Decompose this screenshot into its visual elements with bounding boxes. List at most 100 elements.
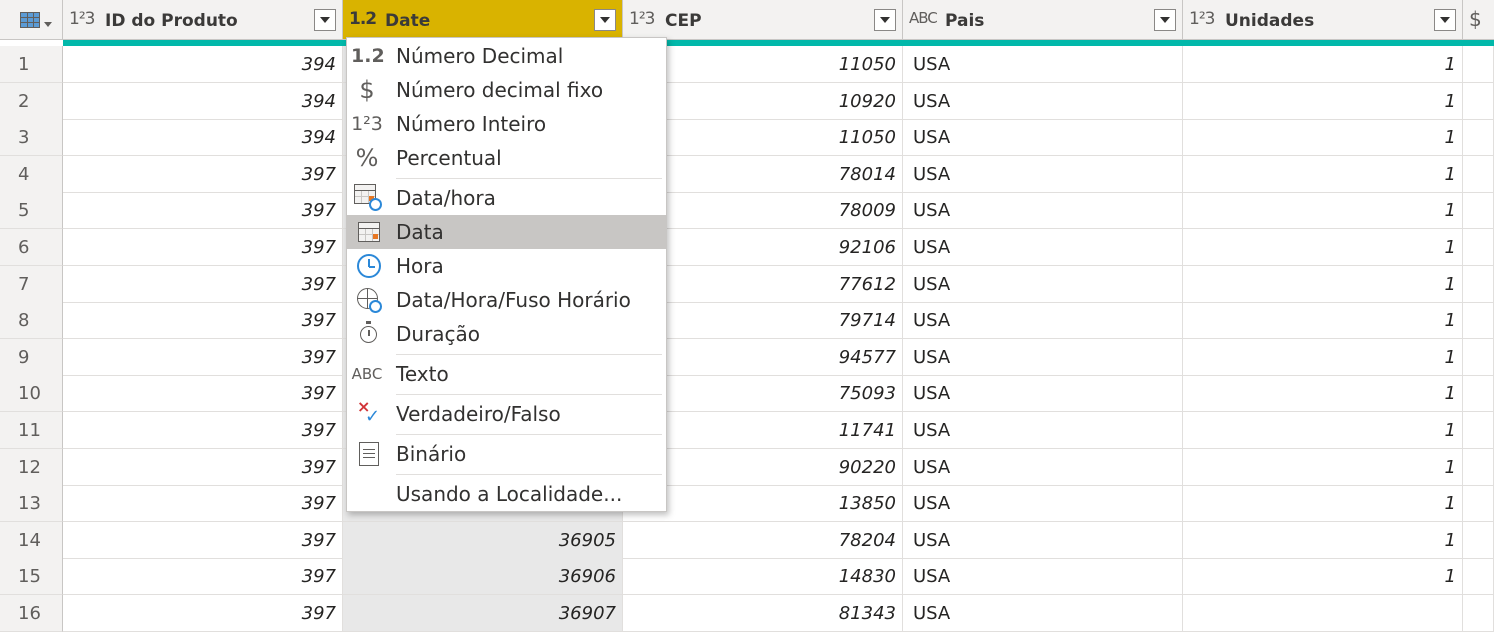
column-header-id-produto[interactable]: 1²3 ID do Produto xyxy=(63,0,343,40)
cell-id-produto[interactable]: 397 xyxy=(63,595,343,632)
cell-currency[interactable] xyxy=(1463,119,1494,157)
cell-pais[interactable]: USA xyxy=(903,46,1183,83)
whole-number-type-icon[interactable]: 1²3 xyxy=(69,9,95,29)
cell-currency[interactable] xyxy=(1463,485,1494,523)
column-header-currency[interactable]: $ xyxy=(1463,0,1494,40)
cell-id-produto[interactable]: 397 xyxy=(63,302,343,340)
cell-id-produto[interactable]: 397 xyxy=(63,485,343,523)
cell-unidades[interactable]: 1 xyxy=(1183,412,1463,449)
cell-id-produto[interactable]: 397 xyxy=(63,192,343,230)
cell-unidades[interactable]: 1 xyxy=(1183,448,1463,486)
cell-unidades[interactable]: 1 xyxy=(1183,46,1463,83)
column-header-unidades[interactable]: 1²3 Unidades xyxy=(1183,0,1463,40)
table-row[interactable]: 8 397 79714 USA 1 xyxy=(0,302,1494,340)
cell-date[interactable]: 36905 xyxy=(343,521,623,559)
cell-id-produto[interactable]: 394 xyxy=(63,119,343,157)
cell-currency[interactable] xyxy=(1463,595,1494,632)
menu-item-duracao[interactable]: Duração xyxy=(347,317,666,351)
text-type-icon[interactable]: ABC xyxy=(909,9,938,27)
cell-unidades[interactable]: 1 xyxy=(1183,521,1463,559)
table-row[interactable]: 2 394 10920 USA 1 xyxy=(0,82,1494,120)
cell-id-produto[interactable]: 397 xyxy=(63,521,343,559)
cell-unidades[interactable]: 1 xyxy=(1183,485,1463,523)
filter-dropdown-button[interactable] xyxy=(874,9,896,31)
cell-unidades[interactable]: 1 xyxy=(1183,82,1463,120)
cell-cep[interactable]: 81343 xyxy=(623,595,903,632)
cell-currency[interactable] xyxy=(1463,412,1494,449)
filter-dropdown-button[interactable] xyxy=(1154,9,1176,31)
cell-pais[interactable]: USA xyxy=(903,229,1183,266)
fixed-decimal-type-icon[interactable]: $ xyxy=(1469,7,1482,31)
cell-currency[interactable] xyxy=(1463,375,1494,413)
cell-pais[interactable]: USA xyxy=(903,302,1183,340)
cell-pais[interactable]: USA xyxy=(903,265,1183,303)
cell-unidades[interactable]: 1 xyxy=(1183,375,1463,413)
cell-currency[interactable] xyxy=(1463,192,1494,230)
cell-currency[interactable] xyxy=(1463,155,1494,193)
column-header-pais[interactable]: ABC Pais xyxy=(903,0,1183,40)
cell-unidades[interactable]: 1 xyxy=(1183,302,1463,340)
cell-id-produto[interactable]: 394 xyxy=(63,82,343,120)
cell-currency[interactable] xyxy=(1463,558,1494,596)
cell-pais[interactable]: USA xyxy=(903,595,1183,632)
cell-pais[interactable]: USA xyxy=(903,558,1183,596)
cell-id-produto[interactable]: 397 xyxy=(63,558,343,596)
whole-number-type-icon[interactable]: 1²3 xyxy=(629,9,655,29)
cell-id-produto[interactable]: 397 xyxy=(63,229,343,266)
table-row[interactable]: 16 397 36907 81343 USA xyxy=(0,595,1494,632)
cell-id-produto[interactable]: 397 xyxy=(63,265,343,303)
cell-pais[interactable]: USA xyxy=(903,192,1183,230)
cell-unidades[interactable]: 1 xyxy=(1183,119,1463,157)
filter-dropdown-button[interactable] xyxy=(594,9,616,31)
cell-currency[interactable] xyxy=(1463,448,1494,486)
menu-item-hora[interactable]: Hora xyxy=(347,249,666,283)
column-header-date[interactable]: 1.2 Date xyxy=(343,0,623,40)
cell-date[interactable]: 36907 xyxy=(343,595,623,632)
cell-unidades[interactable]: 1 xyxy=(1183,192,1463,230)
menu-item-verdadeiro-falso[interactable]: × ✓ Verdadeiro/Falso xyxy=(347,397,666,431)
menu-item-texto[interactable]: ABC Texto xyxy=(347,357,666,391)
whole-number-type-icon[interactable]: 1²3 xyxy=(1189,9,1215,29)
cell-unidades[interactable] xyxy=(1183,595,1463,632)
cell-currency[interactable] xyxy=(1463,521,1494,559)
menu-item-binario[interactable]: Binário xyxy=(347,437,666,471)
table-row[interactable]: 15 397 36906 14830 USA 1 xyxy=(0,558,1494,596)
table-row[interactable]: 7 397 77612 USA 1 xyxy=(0,265,1494,303)
filter-dropdown-button[interactable] xyxy=(1434,9,1456,31)
table-row[interactable]: 12 397 90220 USA 1 xyxy=(0,448,1494,486)
cell-currency[interactable] xyxy=(1463,338,1494,376)
cell-pais[interactable]: USA xyxy=(903,521,1183,559)
table-row[interactable]: 14 397 36905 78204 USA 1 xyxy=(0,521,1494,559)
cell-pais[interactable]: USA xyxy=(903,338,1183,376)
cell-pais[interactable]: USA xyxy=(903,448,1183,486)
table-row[interactable]: 9 397 94577 USA 1 xyxy=(0,338,1494,376)
cell-currency[interactable] xyxy=(1463,46,1494,83)
table-row[interactable]: 1 394 11050 USA 1 xyxy=(0,46,1494,83)
cell-unidades[interactable]: 1 xyxy=(1183,265,1463,303)
menu-item-percentual[interactable]: % Percentual xyxy=(347,141,666,175)
cell-id-produto[interactable]: 397 xyxy=(63,338,343,376)
menu-item-usando-localidade[interactable]: Usando a Localidade... xyxy=(347,477,666,511)
cell-currency[interactable] xyxy=(1463,302,1494,340)
table-menu-button[interactable] xyxy=(0,0,63,40)
cell-unidades[interactable]: 1 xyxy=(1183,229,1463,266)
cell-pais[interactable]: USA xyxy=(903,375,1183,413)
cell-pais[interactable]: USA xyxy=(903,412,1183,449)
menu-item-numero-inteiro[interactable]: 1²3 Número Inteiro xyxy=(347,107,666,141)
column-header-cep[interactable]: 1²3 CEP xyxy=(623,0,903,40)
table-row[interactable]: 13 397 13850 USA 1 xyxy=(0,485,1494,523)
table-row[interactable]: 10 397 75093 USA 1 xyxy=(0,375,1494,413)
cell-unidades[interactable]: 1 xyxy=(1183,338,1463,376)
cell-id-produto[interactable]: 397 xyxy=(63,412,343,449)
cell-pais[interactable]: USA xyxy=(903,119,1183,157)
cell-id-produto[interactable]: 394 xyxy=(63,46,343,83)
table-row[interactable]: 3 394 11050 USA 1 xyxy=(0,119,1494,157)
menu-item-data[interactable]: Data xyxy=(347,215,666,249)
cell-currency[interactable] xyxy=(1463,229,1494,266)
cell-id-produto[interactable]: 397 xyxy=(63,155,343,193)
table-row[interactable]: 11 397 11741 USA 1 xyxy=(0,412,1494,449)
cell-cep[interactable]: 78204 xyxy=(623,521,903,559)
menu-item-data-hora-fuso[interactable]: Data/Hora/Fuso Horário xyxy=(347,283,666,317)
table-row[interactable]: 4 397 78014 USA 1 xyxy=(0,155,1494,193)
filter-dropdown-button[interactable] xyxy=(314,9,336,31)
